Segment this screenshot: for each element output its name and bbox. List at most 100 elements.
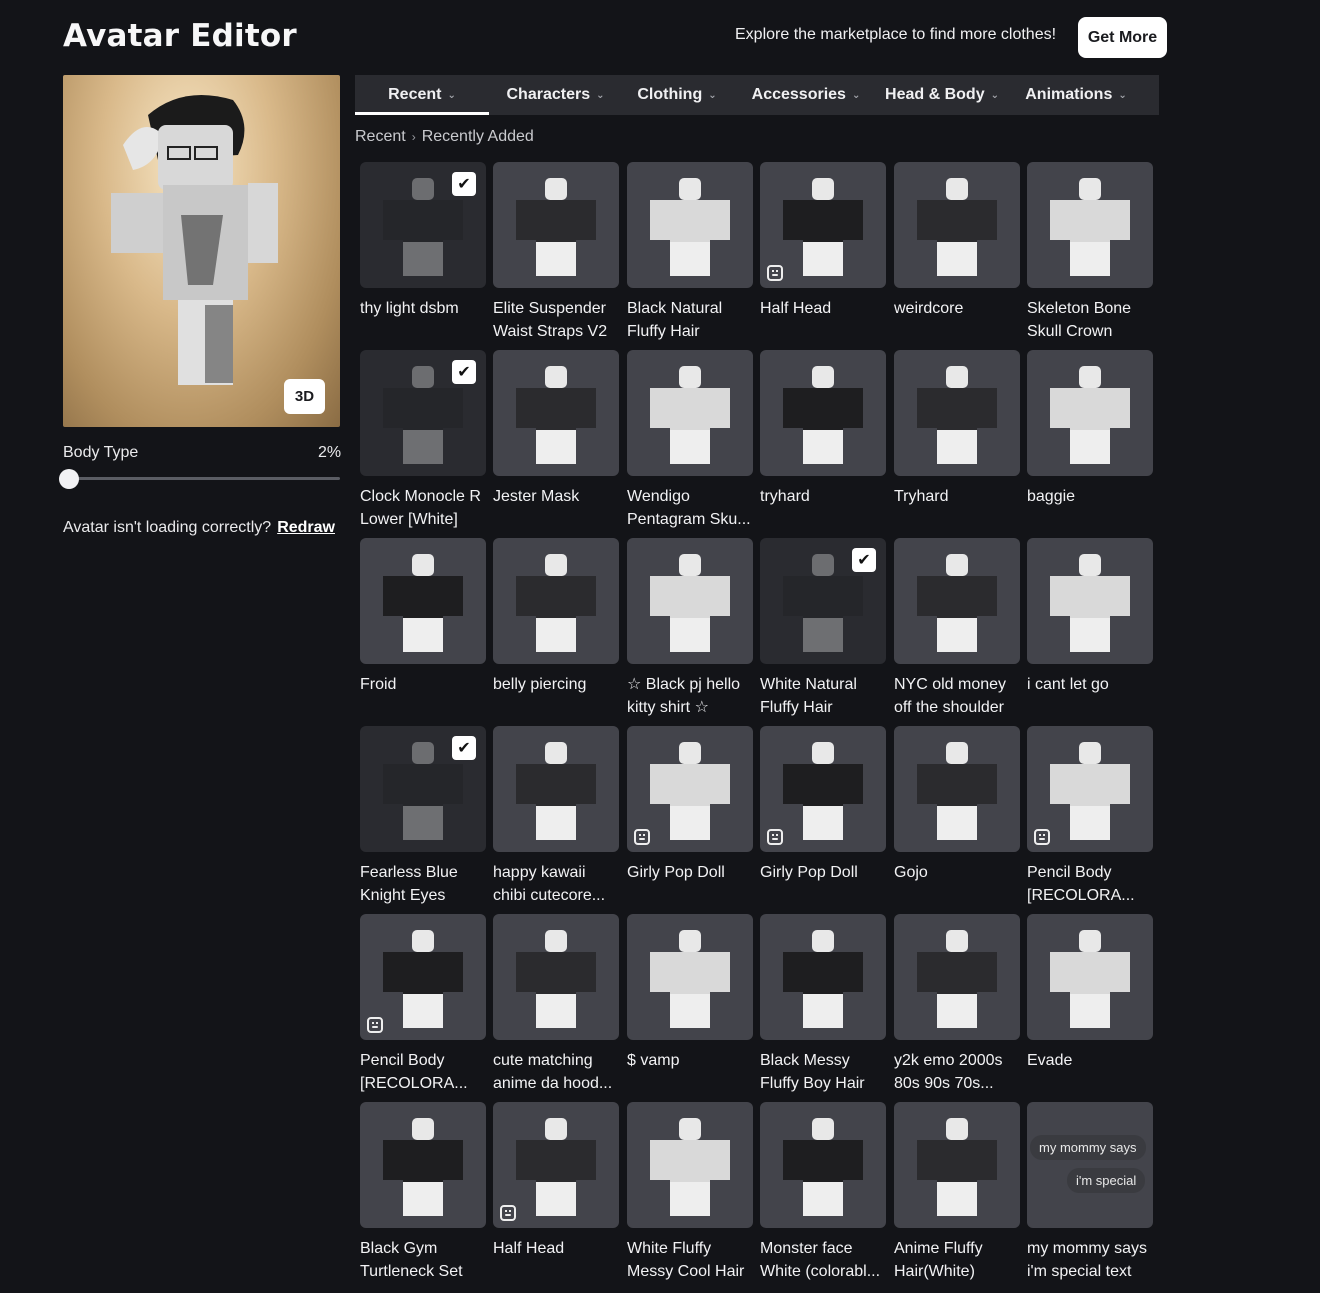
item-name[interactable]: NYC old money off the shoulder <box>894 673 1020 719</box>
tab-characters[interactable]: Characters ⌄ <box>489 75 622 115</box>
item-thumbnail[interactable] <box>627 726 753 852</box>
item-name[interactable]: Fearless Blue Knight Eyes <box>360 861 486 907</box>
item-thumbnail[interactable]: ✔ <box>360 726 486 852</box>
item-card[interactable]: ✔ Clock Monocle R Lower [White] <box>360 350 486 531</box>
item-thumbnail[interactable] <box>360 914 486 1040</box>
item-thumbnail[interactable] <box>894 1102 1020 1228</box>
item-card[interactable]: Pencil Body [RECOLORA... <box>1027 726 1153 907</box>
item-card[interactable]: Evade <box>1027 914 1153 1095</box>
item-thumbnail[interactable] <box>1027 350 1153 476</box>
item-card[interactable]: NYC old money off the shoulder <box>894 538 1020 719</box>
item-name[interactable]: Clock Monocle R Lower [White] <box>360 485 486 531</box>
item-thumbnail[interactable] <box>360 538 486 664</box>
item-name[interactable]: White Fluffy Messy Cool Hair <box>627 1237 753 1283</box>
item-name[interactable]: Anime Fluffy Hair(White) <box>894 1237 1020 1283</box>
item-card[interactable]: Black Messy Fluffy Boy Hair <box>760 914 886 1095</box>
item-card[interactable]: Anime Fluffy Hair(White) <box>894 1102 1020 1283</box>
item-name[interactable]: happy kawaii chibi cutecore... <box>493 861 619 907</box>
item-thumbnail[interactable] <box>760 162 886 288</box>
item-thumbnail[interactable] <box>894 726 1020 852</box>
tab-head-body[interactable]: Head & Body ⌄ <box>880 75 1004 115</box>
get-more-button[interactable]: Get More <box>1078 17 1167 58</box>
item-name[interactable]: ☆ Black pj hello kitty shirt ☆ <box>627 673 753 719</box>
item-name[interactable]: my mommy says i'm special text <box>1027 1237 1153 1283</box>
tab-accessories[interactable]: Accessories ⌄ <box>732 75 880 115</box>
item-card[interactable]: Skeleton Bone Skull Crown <box>1027 162 1153 343</box>
item-card[interactable]: Girly Pop Doll <box>627 726 753 907</box>
tab-clothing[interactable]: Clothing ⌄ <box>622 75 732 115</box>
item-card[interactable]: tryhard <box>760 350 886 531</box>
item-thumbnail[interactable] <box>760 350 886 476</box>
body-type-slider-track[interactable] <box>63 477 340 480</box>
item-thumbnail[interactable] <box>627 914 753 1040</box>
item-name[interactable]: Girly Pop Doll <box>760 861 886 907</box>
item-name[interactable]: Gojo <box>894 861 1020 907</box>
item-card[interactable]: happy kawaii chibi cutecore... <box>493 726 619 907</box>
item-card[interactable]: Half Head <box>493 1102 619 1283</box>
item-thumbnail[interactable] <box>493 162 619 288</box>
item-name[interactable]: Half Head <box>760 297 886 343</box>
item-thumbnail[interactable]: my mommy says i'm special <box>1027 1102 1153 1228</box>
item-thumbnail[interactable] <box>360 1102 486 1228</box>
item-thumbnail[interactable] <box>894 162 1020 288</box>
item-thumbnail[interactable]: ✔ <box>360 350 486 476</box>
item-card[interactable]: $ vamp <box>627 914 753 1095</box>
item-name[interactable]: Pencil Body [RECOLORA... <box>1027 861 1153 907</box>
item-card[interactable]: my mommy says i'm special my mommy says i'… <box>1027 1102 1153 1283</box>
item-name[interactable]: Evade <box>1027 1049 1153 1095</box>
item-thumbnail[interactable]: ✔ <box>360 162 486 288</box>
item-thumbnail[interactable] <box>1027 162 1153 288</box>
avatar-preview[interactable] <box>63 75 340 427</box>
view-3d-button[interactable]: 3D <box>284 379 325 414</box>
item-thumbnail[interactable] <box>627 350 753 476</box>
item-thumbnail[interactable] <box>493 538 619 664</box>
item-name[interactable]: Elite Suspender Waist Straps V2 <box>493 297 619 343</box>
item-name[interactable]: Tryhard <box>894 485 1020 531</box>
item-card[interactable]: ✔ White Natural Fluffy Hair <box>760 538 886 719</box>
item-name[interactable]: weirdcore <box>894 297 1020 343</box>
item-card[interactable]: Black Gym Turtleneck Set <box>360 1102 486 1283</box>
item-card[interactable]: Gojo <box>894 726 1020 907</box>
item-card[interactable]: Jester Mask <box>493 350 619 531</box>
item-thumbnail[interactable] <box>493 914 619 1040</box>
item-name[interactable]: Wendigo Pentagram Sku... <box>627 485 753 531</box>
item-card[interactable]: Froid <box>360 538 486 719</box>
item-thumbnail[interactable] <box>1027 726 1153 852</box>
item-card[interactable]: Black Natural Fluffy Hair <box>627 162 753 343</box>
item-name[interactable]: Skeleton Bone Skull Crown <box>1027 297 1153 343</box>
item-thumbnail[interactable] <box>894 914 1020 1040</box>
item-name[interactable]: Jester Mask <box>493 485 619 531</box>
item-name[interactable]: $ vamp <box>627 1049 753 1095</box>
item-name[interactable]: Froid <box>360 673 486 719</box>
item-card[interactable]: weirdcore <box>894 162 1020 343</box>
item-name[interactable]: White Natural Fluffy Hair <box>760 673 886 719</box>
item-card[interactable]: Half Head <box>760 162 886 343</box>
item-card[interactable]: i cant let go <box>1027 538 1153 719</box>
item-name[interactable]: Black Natural Fluffy Hair <box>627 297 753 343</box>
item-thumbnail[interactable] <box>627 162 753 288</box>
item-thumbnail[interactable]: ✔ <box>760 538 886 664</box>
item-thumbnail[interactable] <box>627 538 753 664</box>
item-name[interactable]: y2k emo 2000s 80s 90s 70s... <box>894 1049 1020 1095</box>
tab-recent[interactable]: Recent ⌄ <box>355 75 489 115</box>
item-card[interactable]: belly piercing <box>493 538 619 719</box>
item-card[interactable]: Wendigo Pentagram Sku... <box>627 350 753 531</box>
item-thumbnail[interactable] <box>760 726 886 852</box>
item-thumbnail[interactable] <box>760 914 886 1040</box>
item-thumbnail[interactable] <box>627 1102 753 1228</box>
item-card[interactable]: Elite Suspender Waist Straps V2 <box>493 162 619 343</box>
item-thumbnail[interactable] <box>493 726 619 852</box>
item-name[interactable]: Half Head <box>493 1237 619 1283</box>
item-card[interactable]: Monster face White (colorabl... <box>760 1102 886 1283</box>
item-card[interactable]: ✔ thy light dsbm <box>360 162 486 343</box>
item-thumbnail[interactable] <box>1027 538 1153 664</box>
item-card[interactable]: baggie <box>1027 350 1153 531</box>
item-card[interactable]: ☆ Black pj hello kitty shirt ☆ <box>627 538 753 719</box>
item-card[interactable]: Girly Pop Doll <box>760 726 886 907</box>
item-card[interactable]: cute matching anime da hood... <box>493 914 619 1095</box>
item-name[interactable]: Black Messy Fluffy Boy Hair <box>760 1049 886 1095</box>
tab-animations[interactable]: Animations ⌄ <box>1004 75 1148 115</box>
item-name[interactable]: belly piercing <box>493 673 619 719</box>
item-name[interactable]: tryhard <box>760 485 886 531</box>
redraw-link[interactable]: Redraw <box>277 519 335 536</box>
